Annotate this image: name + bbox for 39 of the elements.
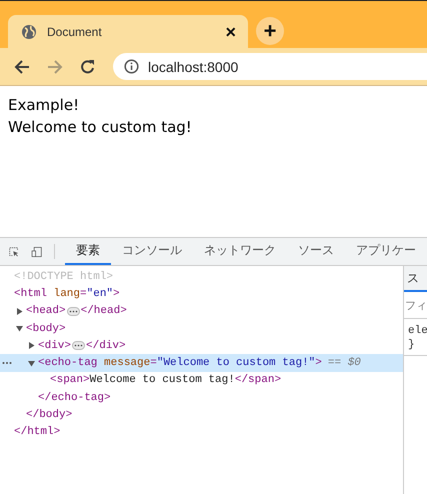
code-text: </html> [14, 426, 60, 438]
page-text: Welcome to custom tag! [8, 117, 193, 138]
code-text: </body> [26, 409, 72, 422]
browser-tab[interactable]: Document × [8, 15, 248, 48]
css-rule-text: } [408, 338, 416, 352]
code-text[interactable]: <echo-tag message="Welcome to custom tag!"> [38, 357, 322, 370]
css-rule-text: ele [408, 324, 427, 338]
inspect-icon[interactable] [9, 244, 19, 258]
info-icon[interactable] [124, 59, 139, 74]
devtools-tab[interactable]: 要素 [65, 238, 111, 265]
code-text: </head> [80, 305, 127, 318]
expand-triangle-icon[interactable] [16, 308, 23, 315]
reload-icon[interactable] [80, 58, 96, 74]
more-icon[interactable] [2, 361, 12, 366]
code-text: </echo-tag> [38, 392, 111, 404]
code-text: <!DOCTYPE html> [14, 270, 114, 283]
close-tab-button[interactable]: × [221, 22, 240, 40]
ellipsis-icon[interactable] [72, 341, 86, 350]
back-icon[interactable] [14, 58, 30, 74]
ellipsis-icon[interactable] [66, 306, 80, 316]
address-bar[interactable]: localhost:8000 [113, 53, 427, 80]
code-text[interactable]: <html lang="en"> [14, 288, 120, 300]
new-tab-button[interactable]: + [256, 17, 284, 45]
code-text[interactable]: <body> [26, 322, 66, 335]
devtools-tab[interactable]: コンソール [111, 238, 193, 265]
devtools-tab[interactable]: ネットワーク [193, 238, 287, 265]
expand-triangle-icon[interactable] [28, 342, 35, 350]
code-text[interactable]: <head> [26, 305, 66, 318]
globe-icon [21, 24, 37, 40]
code-text[interactable]: <div> [38, 340, 72, 352]
code-text: <span>Welcome to custom tag!</span> [50, 374, 282, 386]
tab-title: Document [47, 24, 103, 38]
collapse-triangle-icon[interactable] [16, 325, 23, 332]
selection-marker: == $0 [328, 357, 361, 370]
collapse-triangle-icon[interactable] [28, 360, 35, 367]
code-text: </div> [86, 340, 126, 352]
devtools-tab[interactable]: アプリケー [345, 238, 427, 265]
devtools-tab[interactable]: ソース [287, 238, 345, 265]
page-text: Example! [8, 95, 80, 116]
